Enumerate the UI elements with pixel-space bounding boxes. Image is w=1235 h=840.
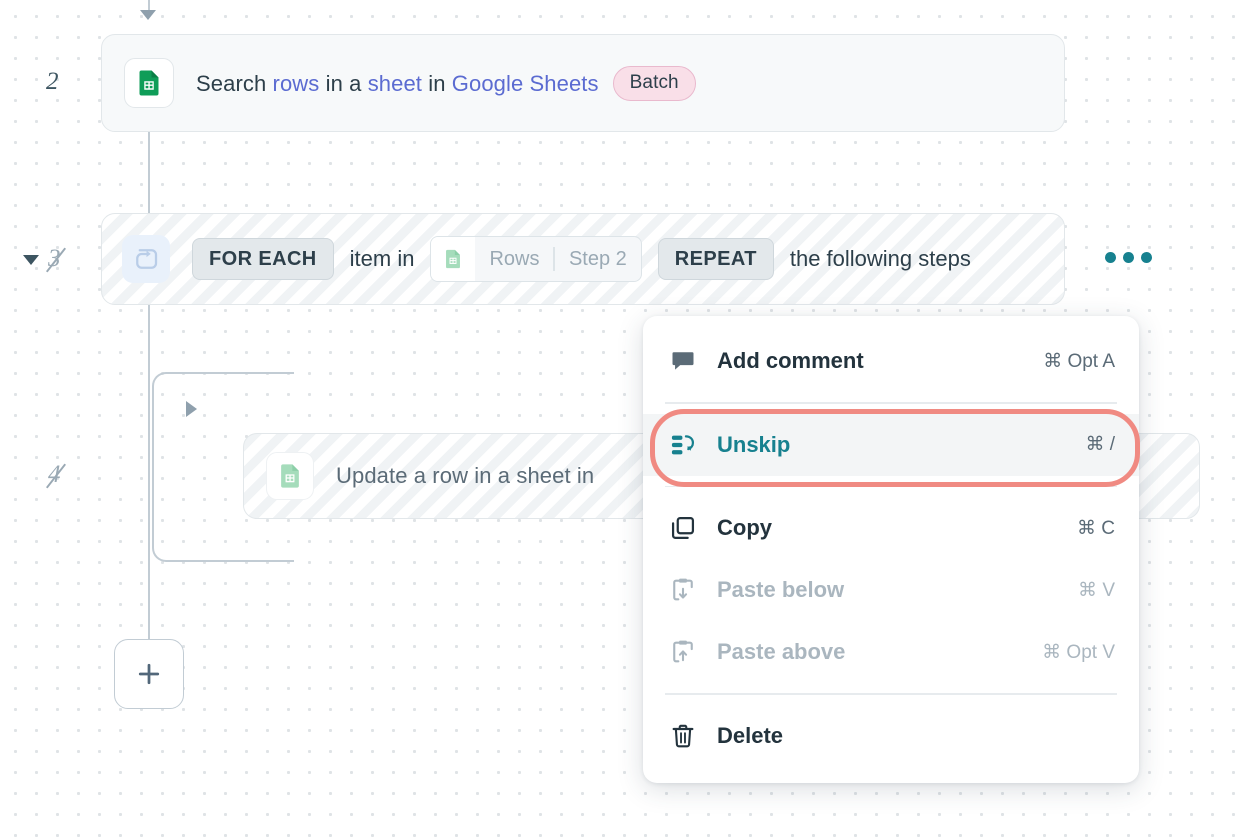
loop-back-arrow <box>186 401 197 417</box>
title-part-link: rows <box>273 71 320 96</box>
copy-icon <box>669 514 703 542</box>
connector-step3-to-add <box>148 304 150 639</box>
menu-item-shortcut: ⌘ V <box>1078 579 1115 602</box>
menu-item-add-comment[interactable]: Add comment ⌘ Opt A <box>643 330 1139 392</box>
keyword-for-each: FOR EACH <box>192 238 334 280</box>
menu-divider <box>665 693 1117 695</box>
token-field-label: Rows <box>475 248 553 271</box>
more-options-button[interactable] <box>1099 246 1158 269</box>
google-sheets-icon <box>431 237 475 281</box>
google-sheets-icon <box>266 452 314 500</box>
menu-item-label: Delete <box>717 723 1115 749</box>
menu-item-shortcut: ⌘ C <box>1077 517 1115 540</box>
dot <box>1105 252 1116 263</box>
step-number-3: 3 <box>48 245 61 273</box>
menu-item-shortcut: ⌘ Opt V <box>1042 641 1115 664</box>
menu-divider <box>665 402 1117 404</box>
paste-above-icon <box>669 638 703 666</box>
keyword-repeat: REPEAT <box>658 238 774 280</box>
menu-item-paste-below: Paste below ⌘ V <box>643 559 1139 621</box>
google-sheets-icon <box>124 58 174 108</box>
step-card-search-rows[interactable]: Search rows in a sheet in Google Sheets B… <box>101 34 1065 132</box>
title-part-link: Google Sheets <box>452 71 599 96</box>
title-part: in <box>422 71 452 96</box>
menu-item-label: Copy <box>717 515 1077 541</box>
paste-below-icon <box>669 576 703 604</box>
menu-item-delete[interactable]: Delete <box>643 705 1139 767</box>
dot <box>1123 252 1134 263</box>
connector-arrow-into-step2 <box>140 10 156 20</box>
menu-item-unskip[interactable]: Unskip ⌘ / <box>643 414 1139 476</box>
menu-item-shortcut: ⌘ / <box>1085 433 1115 456</box>
status-badge-batch: Batch <box>613 66 696 101</box>
connector-step2-to-step3 <box>148 131 150 215</box>
unskip-icon <box>669 431 703 459</box>
context-menu: Add comment ⌘ Opt A Unskip ⌘ / <box>643 316 1139 783</box>
menu-item-label: Paste below <box>717 577 1078 603</box>
plus-icon <box>134 659 164 689</box>
connector-top <box>148 0 150 10</box>
step-number-2: 2 <box>46 68 59 96</box>
trash-icon <box>669 722 703 750</box>
menu-divider <box>665 486 1117 488</box>
workflow-canvas: 2 Search rows in a sheet in Google Sheet… <box>0 0 1235 840</box>
add-step-button[interactable] <box>114 639 184 709</box>
step-card-title: Update a row in a sheet in <box>336 463 594 489</box>
text-following-steps: the following steps <box>790 246 971 272</box>
token-source-label: Step 2 <box>555 248 641 271</box>
text-item-in: item in <box>350 246 415 272</box>
step-number-4: 4 <box>48 461 61 489</box>
menu-item-copy[interactable]: Copy ⌘ C <box>643 497 1139 559</box>
step-card-title: Search rows in a sheet in Google Sheets B… <box>196 66 696 101</box>
collapse-toggle-step3[interactable] <box>23 255 39 265</box>
menu-item-paste-above: Paste above ⌘ Opt V <box>643 621 1139 683</box>
loop-icon <box>122 235 170 283</box>
menu-item-label: Paste above <box>717 639 1042 665</box>
menu-item-label: Add comment <box>717 348 1043 374</box>
menu-item-label: Unskip <box>717 432 1085 458</box>
step-card-for-each-loop[interactable]: FOR EACH item in Rows Step 2 REPEAT the … <box>101 213 1065 305</box>
title-part-link: sheet <box>368 71 422 96</box>
comment-icon <box>669 347 703 375</box>
menu-item-shortcut: ⌘ Opt A <box>1043 350 1115 373</box>
dot <box>1141 252 1152 263</box>
data-token-rows-step2[interactable]: Rows Step 2 <box>430 236 641 282</box>
title-part: Search <box>196 71 273 96</box>
title-part: in a <box>319 71 367 96</box>
